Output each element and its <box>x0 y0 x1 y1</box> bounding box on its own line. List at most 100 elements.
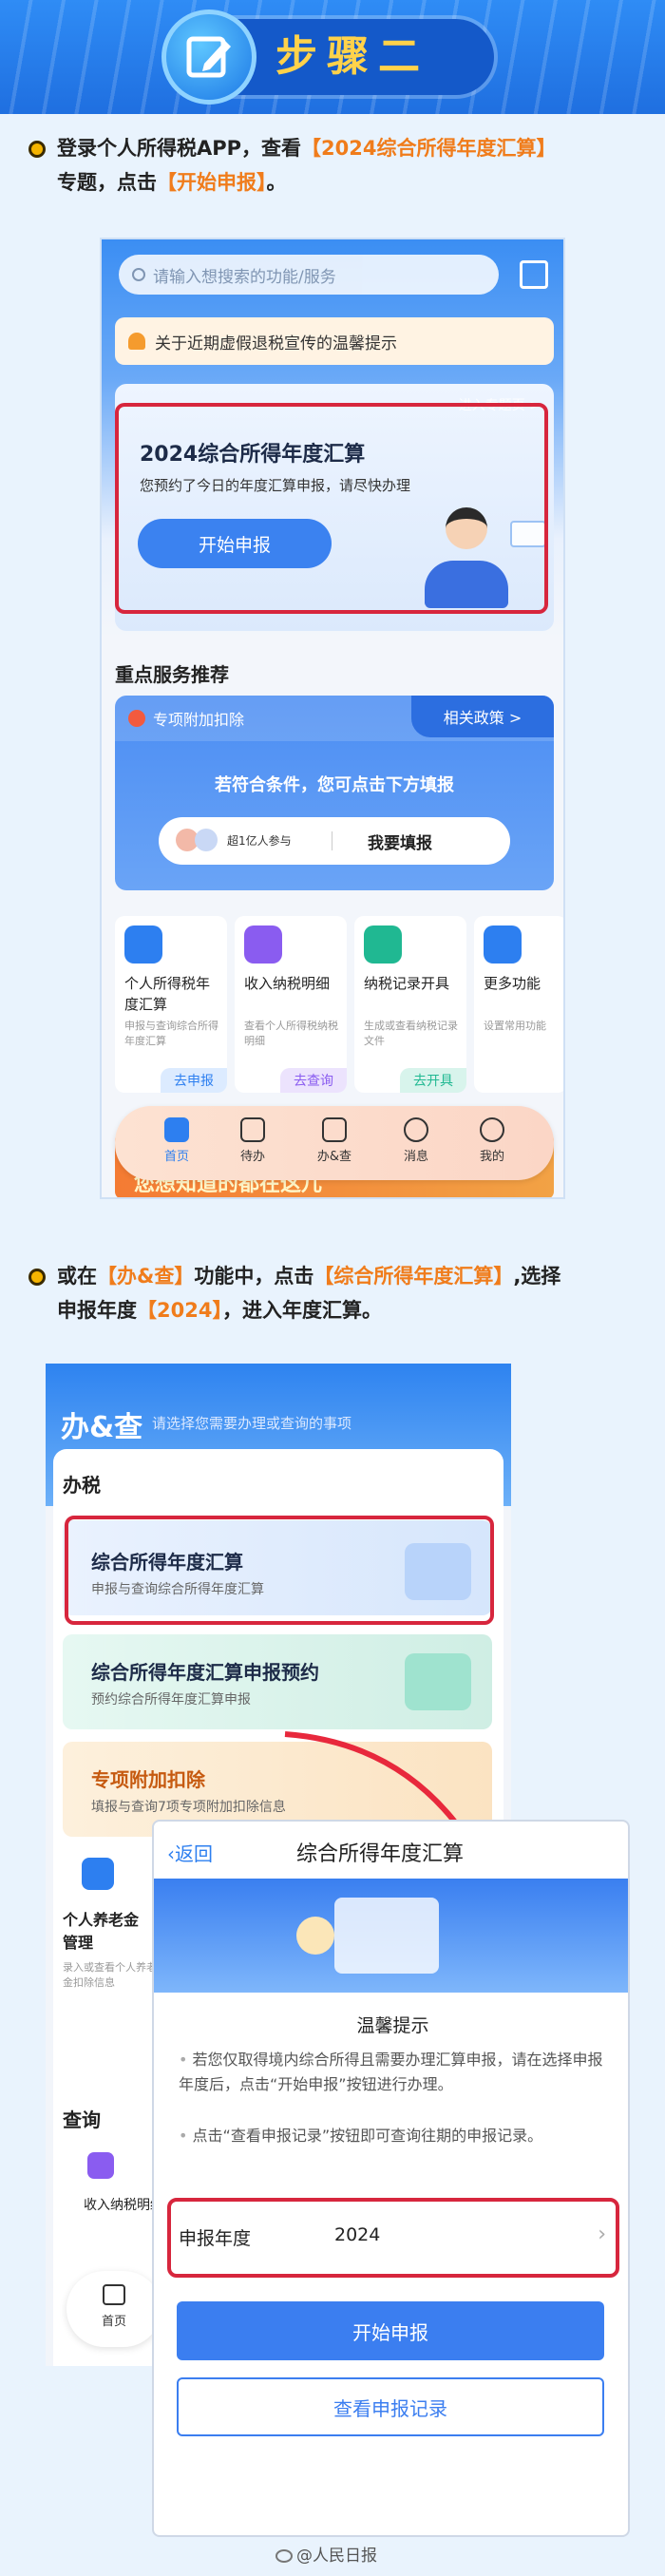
section-title: 查询 <box>63 2109 101 2131</box>
fill-button[interactable]: 我要填报 <box>368 830 432 853</box>
item-appointment[interactable]: 综合所得年度汇算申报预约 预约综合所得年度汇算申报 <box>63 1634 492 1729</box>
related-policy-link[interactable]: 相关政策 > <box>411 696 554 737</box>
instruction-highlight: 【开始申报】 <box>157 171 267 194</box>
search-input[interactable]: 请输入想搜索的功能/服务 <box>119 255 499 295</box>
instruction-highlight: 【综合所得年度汇算】 <box>314 1265 514 1288</box>
item-title: 专项附加扣除 <box>91 1768 205 1791</box>
message-icon <box>404 1117 428 1142</box>
section-title: 办税 <box>63 1474 101 1497</box>
service-card-income[interactable]: 收入纳税明细 查看个人所得税纳税明细 去查询 <box>235 916 347 1093</box>
item-title: 综合所得年度汇算申报预约 <box>91 1661 319 1684</box>
instruction-text: ，进入年度汇算。 <box>221 1299 382 1322</box>
instruction-1: 登录个人所得税APP，查看【2024综合所得年度汇算】 专题，点击【开始申报】。 <box>57 131 646 200</box>
tab-label: 首页 <box>163 1150 189 1164</box>
instruction-text: 或在 <box>57 1265 97 1288</box>
service-title: 更多功能 <box>484 975 542 992</box>
instruction-highlight: 【办&查】 <box>97 1265 195 1288</box>
home-icon <box>103 2284 125 2305</box>
special-label: 专项附加扣除 <box>153 711 245 729</box>
tab-home[interactable]: 首页 <box>143 1114 210 1171</box>
tab-label: 消息 <box>403 1150 428 1164</box>
tab-label: 待办 <box>239 1150 265 1164</box>
back-label: 返回 <box>175 1842 213 1865</box>
person-illustration <box>296 1917 334 1955</box>
step-title: 步骤二 <box>276 32 429 81</box>
instruction-text: 登录个人所得税APP，查看 <box>57 137 302 160</box>
tab-messages[interactable]: 消息 <box>383 1114 449 1171</box>
calendar-icon <box>240 1117 265 1142</box>
pension-card[interactable]: 个人养老金 管理 录入或查看个人养老金扣除信息 <box>63 1858 158 2029</box>
tip-text: 点击“查看申报记录”按钮即可查询往期的申报记录。 <box>192 2127 543 2145</box>
home-icon <box>164 1117 189 1142</box>
start-filing-button[interactable]: 开始申报 <box>177 2301 604 2360</box>
pension-icon <box>82 1858 114 1890</box>
bell-icon <box>128 333 145 350</box>
page-title: 综合所得年度汇算 <box>296 1842 465 1866</box>
tab-handle-query[interactable]: 办&查 <box>301 1114 368 1171</box>
edit-icon <box>162 10 256 105</box>
calculator-icon <box>124 925 162 964</box>
service-action[interactable]: 去查询 <box>280 1068 347 1093</box>
callout-box <box>115 403 548 614</box>
service-action[interactable]: 去申报 <box>161 1068 227 1093</box>
special-deduction-card[interactable]: 专项附加扣除 相关政策 > 若符合条件，您可点击下方填报 超1亿人参与 我要填报 <box>115 696 554 890</box>
tab-profile[interactable]: 我的 <box>459 1114 525 1171</box>
scan-icon[interactable] <box>520 260 548 289</box>
tip-2: • 点击“查看申报记录”按钮即可查询往期的申报记录。 <box>179 2127 543 2145</box>
watermark: @人民日报 <box>276 2542 377 2566</box>
tab-home[interactable]: 首页 <box>66 2271 162 2347</box>
service-desc: 设置常用功能 <box>484 1020 546 1032</box>
callout-box <box>65 1516 494 1625</box>
weibo-icon <box>276 2549 293 2563</box>
avatar <box>195 829 218 851</box>
tab-label: 办&查 <box>316 1150 352 1164</box>
view-records-button[interactable]: 查看申报记录 <box>177 2377 604 2436</box>
search-icon <box>132 268 145 281</box>
instruction-highlight: 【2024】 <box>137 1299 222 1322</box>
service-card-record[interactable]: 纳税记录开具 生成或查看纳税记录文件 去开具 <box>354 916 466 1093</box>
tab-label: 我的 <box>479 1150 504 1164</box>
notice-bar[interactable]: 关于近期虚假退税宣传的温馨提示 <box>115 317 554 365</box>
instruction-text: 专题，点击 <box>57 171 157 194</box>
service-title: 收入纳税明细 <box>244 975 331 992</box>
wallet-icon <box>244 925 282 964</box>
service-title: 纳税记录开具 <box>364 975 450 992</box>
participants-count: 超1亿人参与 <box>227 834 292 848</box>
wallet-icon <box>87 2152 114 2179</box>
instruction-2: 或在【办&查】功能中，点击【综合所得年度汇算】,选择 申报年度【2024】，进入… <box>57 1259 646 1327</box>
bullet-icon <box>28 141 46 158</box>
flame-icon <box>128 710 145 727</box>
banner-illustration <box>154 1879 628 1993</box>
instruction-text: 功能中，点击 <box>194 1265 314 1288</box>
item-desc: 预约综合所得年度汇算申报 <box>91 1692 251 1708</box>
item-desc: 填报与查询7项专项附加扣除信息 <box>91 1800 286 1815</box>
instruction-text: 。 <box>266 171 287 194</box>
bottom-tab-bar: 首页 待办 办&查 消息 我的 <box>115 1106 554 1180</box>
chevron-left-icon: ‹ <box>167 1842 175 1865</box>
pension-sub: 管理 <box>63 1934 94 1952</box>
phone-screenshot-home: 请输入想搜索的功能/服务 关于近期虚假退税宣传的温馨提示 进入专题页 > 202… <box>100 238 565 1199</box>
pension-desc: 录入或查看个人养老金扣除信息 <box>63 1961 157 1989</box>
tab-todo[interactable]: 待办 <box>219 1114 286 1171</box>
pension-title: 个人养老金 <box>63 1911 140 1929</box>
back-button[interactable]: ‹返回 <box>167 1839 213 1866</box>
tip-title: 温馨提示 <box>356 2015 429 2036</box>
fill-bar[interactable]: 超1亿人参与 我要填报 <box>159 817 510 865</box>
service-title: 个人所得税年度汇算 <box>124 975 211 1013</box>
smile-icon <box>480 1117 504 1142</box>
calendar-icon <box>405 1653 471 1710</box>
page-title: 办&查 <box>61 1411 143 1444</box>
watermark-text: @人民日报 <box>296 2547 377 2566</box>
instruction-text: ,选择 <box>513 1265 561 1288</box>
service-desc: 生成或查看纳税记录文件 <box>364 1020 458 1047</box>
record-icon <box>364 925 402 964</box>
service-card-more[interactable]: 更多功能 设置常用功能 <box>474 916 563 1093</box>
grid-icon <box>484 925 522 964</box>
service-card-annual[interactable]: 个人所得税年度汇算 申报与查询综合所得年度汇算 去申报 <box>115 916 227 1093</box>
service-action[interactable]: 去开具 <box>400 1068 466 1093</box>
tab-label: 首页 <box>101 2315 126 2329</box>
page-subtitle: 请选择您需要办理或查询的事项 <box>152 1415 352 1432</box>
search-placeholder: 请输入想搜索的功能/服务 <box>153 267 336 287</box>
section-title: 重点服务推荐 <box>115 663 229 686</box>
special-desc: 若符合条件，您可点击下方填报 <box>215 775 454 795</box>
